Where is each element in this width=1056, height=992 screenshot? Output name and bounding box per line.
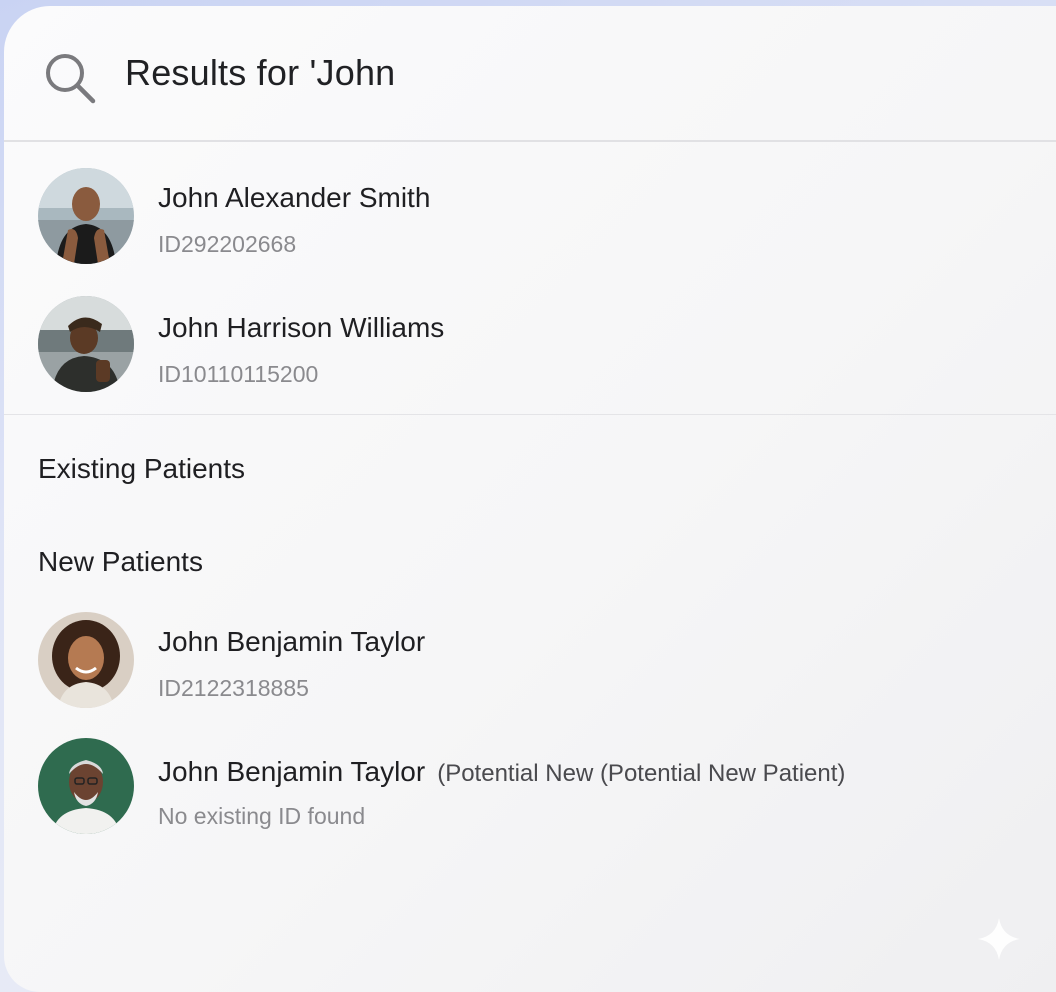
search-header[interactable]: Results for 'John xyxy=(4,6,1056,142)
section-divider xyxy=(4,414,1056,415)
list-item[interactable]: John Benjamin Taylor (Potential New (Pote… xyxy=(4,734,1056,854)
avatar xyxy=(38,296,134,392)
sparkle-icon xyxy=(978,918,1020,960)
patient-name: John Alexander Smith xyxy=(158,182,431,213)
patient-name: John Benjamin Taylor (Potential New (Pote… xyxy=(158,756,845,788)
avatar xyxy=(38,168,134,264)
patient-name-text: John Benjamin Taylor xyxy=(158,756,426,787)
section-heading-new-patients: New Patients xyxy=(38,546,203,577)
patient-id: ID292202668 xyxy=(158,231,297,257)
patient-id: No existing ID found xyxy=(158,803,366,829)
avatar xyxy=(38,612,134,708)
list-item[interactable]: John Alexander Smith ID292202668 xyxy=(4,160,1056,280)
avatar xyxy=(38,738,134,834)
patient-name: John Benjamin Taylor xyxy=(158,626,426,657)
section-heading-existing-patients: Existing Patients xyxy=(38,453,245,484)
list-item[interactable]: John Harrison Williams ID10110115200 xyxy=(4,290,1056,410)
search-icon xyxy=(46,54,96,104)
patient-id: ID10110115200 xyxy=(158,361,319,387)
search-query-title: Results for 'John xyxy=(125,52,396,93)
search-results-panel: Results for 'John John Alexander Smith I… xyxy=(4,6,1056,992)
patient-name: John Harrison Williams xyxy=(158,312,445,343)
potential-new-tag: (Potential New (Potential New Patient) xyxy=(437,760,846,787)
patient-id: ID2122318885 xyxy=(158,675,309,701)
list-item[interactable]: John Benjamin Taylor ID2122318885 xyxy=(4,604,1056,724)
